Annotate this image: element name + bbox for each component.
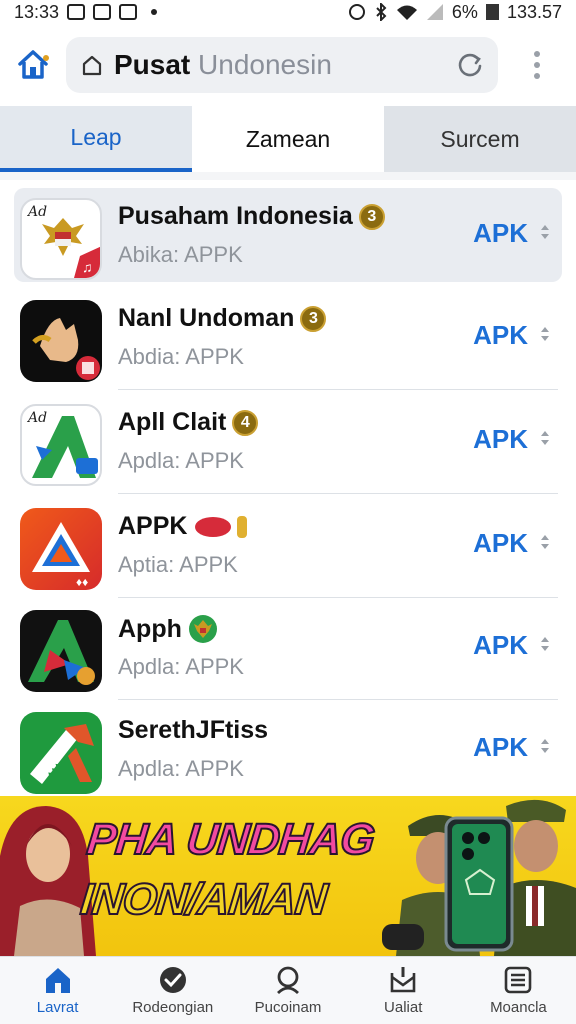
apk-download-button[interactable]: APK [473, 218, 528, 249]
home-icon [18, 50, 49, 79]
count-badge: 4 [232, 409, 259, 436]
nav-search[interactable]: Pucoinam [230, 957, 345, 1024]
notification-icon [119, 4, 138, 20]
nav-label: Moancla [490, 999, 547, 1016]
tab-surcem[interactable]: Surcem [384, 106, 576, 172]
nav-label: Ualiat [384, 999, 423, 1016]
url-path: Undonesin [198, 49, 332, 80]
app-title: Pusaham Indonesia 3 [118, 202, 385, 231]
status-bar: 13:33 6% 133.57 [0, 0, 576, 24]
svg-text:Ad: Ad [26, 410, 47, 426]
garuda-badge-icon [188, 615, 217, 643]
banner-headline: PHA UNDHAG INON/AMAN [77, 814, 377, 925]
inbox-icon [390, 967, 416, 993]
app-title: Nanl Undoman 3 [118, 304, 327, 333]
svg-text:♫: ♫ [82, 259, 93, 275]
nav-inbox[interactable]: Ualiat [346, 957, 461, 1024]
check-circle-icon [159, 967, 186, 993]
count-badge: 3 [358, 203, 385, 230]
hand-icon [20, 300, 102, 382]
list-item[interactable]: ♦♦ APPK Aptia: APPK APK [0, 494, 576, 598]
list-icon [505, 966, 532, 994]
app-subtitle: Apdla: APPK [118, 448, 244, 473]
nav-label: Lavrat [36, 999, 79, 1016]
red-triangle-icon: ♦♦ [20, 508, 102, 590]
home-icon [45, 968, 70, 993]
app-title: Apll Clait 4 [118, 408, 259, 437]
alarm-icon [348, 4, 365, 20]
nav-menu[interactable]: Moancla [461, 957, 576, 1024]
sort-arrows-icon [541, 637, 549, 651]
tab-bar: Leap Zamean Surcem [0, 106, 576, 172]
app-subtitle: Apdla: APPK [118, 756, 244, 781]
url-host: Pusat [114, 49, 191, 80]
apk-download-button[interactable]: APK [473, 320, 528, 351]
list-item[interactable]: Ad ♫ Pusaham Indonesia 3 Abika: APPK APK [0, 184, 576, 288]
svg-text:Ad: Ad [26, 204, 47, 220]
notification-icon [67, 4, 86, 20]
bottom-navigation: Lavrat Rodeongian Pucoinam Ualiat Moancl… [0, 956, 576, 1024]
garuda-emblem-icon: Ad ♫ [20, 198, 102, 280]
status-time: 13:33 [14, 1, 60, 22]
sort-arrows-icon [541, 431, 549, 445]
list-item[interactable]: ♦♦♦ SerethJFtiss Apdla: APPK APK [0, 698, 576, 802]
url-field[interactable]: Pusat Undonesin [66, 37, 498, 93]
count-badge: 3 [300, 305, 327, 332]
apk-download-button[interactable]: APK [473, 424, 528, 455]
tab-leap[interactable]: Leap [0, 106, 192, 172]
bluetooth-icon [376, 3, 387, 21]
green-a-icon: Ad [20, 404, 102, 486]
overflow-menu-icon[interactable] [498, 51, 576, 79]
sort-arrows-icon [541, 535, 549, 549]
url-text: Pusat Undonesin [114, 49, 456, 81]
search-icon [277, 966, 299, 995]
app-subtitle: Abdia: APPK [118, 344, 244, 369]
reload-icon[interactable] [456, 51, 484, 79]
dot-icon [151, 9, 158, 15]
signal-icon [426, 4, 443, 20]
app-subtitle: Apdla: APPK [118, 654, 244, 679]
dark-a-icon [20, 610, 102, 692]
app-title: Apph [118, 614, 218, 644]
wifi-icon [396, 5, 417, 20]
notification-icon [93, 4, 112, 20]
sort-arrows-icon [541, 739, 549, 753]
list-item[interactable]: Ad Apll Clait 4 Apdla: APPK APK [0, 390, 576, 494]
tab-zamean[interactable]: Zamean [192, 106, 384, 172]
sort-arrows-icon [541, 225, 549, 239]
sort-arrows-icon [541, 327, 549, 341]
status-right-text: 133.57 [506, 1, 562, 22]
page-icon [82, 55, 102, 76]
nav-recommendations[interactable]: Rodeongian [115, 957, 230, 1024]
home-button[interactable] [0, 24, 66, 106]
app-list: Ad ♫ Pusaham Indonesia 3 Abika: APPK APK [0, 180, 576, 796]
apk-download-button[interactable]: APK [473, 528, 528, 559]
apk-download-button[interactable]: APK [473, 630, 528, 661]
app-title: SerethJFtiss [118, 716, 269, 744]
nav-home[interactable]: Lavrat [0, 957, 115, 1024]
svg-text:♦♦: ♦♦ [76, 575, 88, 589]
app-subtitle: Abika: APPK [118, 242, 243, 267]
promo-banner[interactable]: PHA UNDHAG INON/AMAN [0, 796, 576, 956]
list-item[interactable]: Nanl Undoman 3 Abdia: APPK APK [0, 286, 576, 390]
apk-download-button[interactable]: APK [473, 732, 528, 763]
app-title: APPK [118, 512, 253, 541]
app-subtitle: Aptia: APPK [118, 552, 238, 577]
sticker-icon [195, 515, 248, 538]
nav-label: Rodeongian [132, 999, 214, 1016]
battery-icon [485, 4, 499, 20]
list-item[interactable]: Apph Apdla: APPK APK [0, 596, 576, 700]
address-bar: Pusat Undonesin [0, 24, 576, 106]
battery-percent: 6% [451, 1, 478, 22]
nav-label: Pucoinam [254, 999, 322, 1016]
green-diagonal-icon: ♦♦♦ [20, 712, 102, 794]
